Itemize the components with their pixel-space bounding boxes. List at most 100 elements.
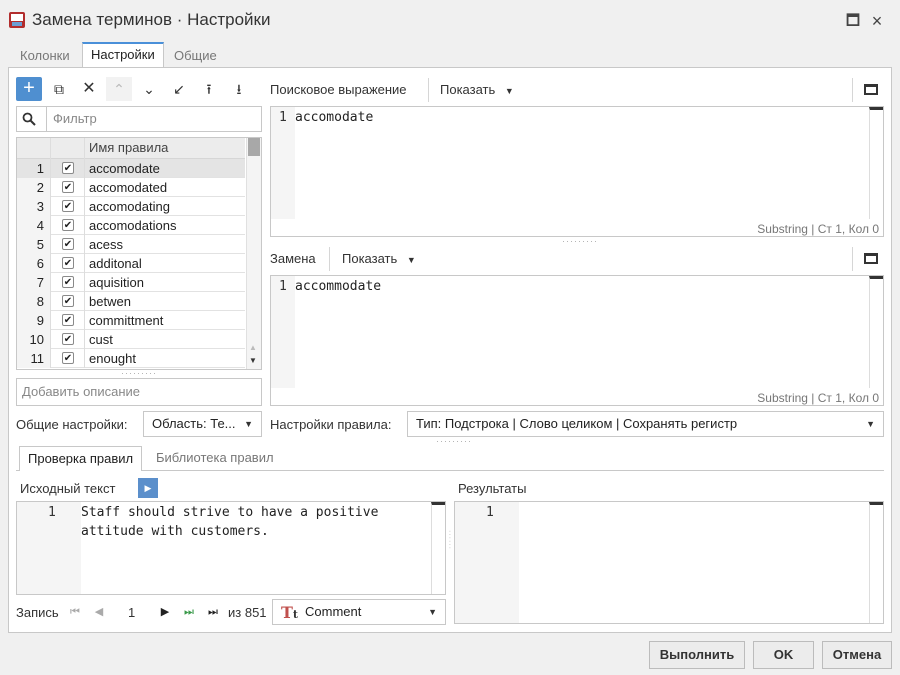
- row-checkbox[interactable]: ✔: [62, 181, 74, 193]
- row-checkbox[interactable]: ✔: [62, 219, 74, 231]
- move-down-icon[interactable]: ⌄: [136, 77, 162, 101]
- table-row[interactable]: 1 ✔ accomodate: [17, 159, 245, 178]
- general-settings-label: Общие настройки:: [16, 417, 128, 432]
- previous-record-icon[interactable]: ◀: [90, 602, 108, 622]
- filter-input[interactable]: Фильтр: [46, 106, 262, 132]
- rule-settings-label: Настройки правила:: [270, 417, 392, 432]
- replacement-editor[interactable]: 1 accommodate Substring | Ст 1, Кол 0: [270, 275, 884, 406]
- upload-icon[interactable]: ⭱: [196, 77, 222, 101]
- end-record-icon[interactable]: ⏭: [204, 602, 222, 622]
- run-button[interactable]: Выполнить: [649, 641, 745, 669]
- row-checkbox[interactable]: ✔: [62, 276, 74, 288]
- tab-settings[interactable]: Настройки: [82, 42, 164, 67]
- table-row[interactable]: 4 ✔ accomodations: [17, 216, 245, 235]
- row-checkbox[interactable]: ✔: [62, 257, 74, 269]
- caret-down-icon: ▼: [244, 419, 253, 429]
- rule-name: accomodations: [89, 218, 177, 233]
- rule-name: aquisition: [89, 275, 144, 290]
- search-status: Substring | Ст 1, Кол 0: [757, 222, 879, 236]
- source-text-line: attitude with customers.: [81, 524, 269, 539]
- maximize-editor-icon[interactable]: [864, 253, 878, 264]
- last-record-icon[interactable]: ⏭: [180, 602, 198, 622]
- tab-general[interactable]: Общие: [166, 44, 225, 68]
- table-row[interactable]: 2 ✔ accomodated: [17, 178, 245, 197]
- rule-settings-value: Тип: Подстрока | Слово целиком | Сохраня…: [416, 416, 738, 431]
- table-row[interactable]: 10 ✔ cust: [17, 330, 245, 349]
- table-row[interactable]: 6 ✔ additonal: [17, 254, 245, 273]
- field-selector[interactable]: Tt Comment ▼: [272, 599, 446, 625]
- grid-scroll-thumb[interactable]: [248, 138, 260, 156]
- row-checkbox[interactable]: ✔: [62, 295, 74, 307]
- table-row[interactable]: 11 ✔ enought: [17, 349, 245, 368]
- text-field-icon: Tt: [281, 603, 298, 622]
- table-row[interactable]: 8 ✔ betwen: [17, 292, 245, 311]
- tab-strip-line: [16, 470, 884, 471]
- replacement-text[interactable]: accommodate: [295, 279, 381, 294]
- row-number: 2: [17, 178, 51, 197]
- rule-name: accomodated: [89, 180, 168, 195]
- editor-scrollbar[interactable]: [869, 502, 883, 623]
- table-row[interactable]: 5 ✔ acess: [17, 235, 245, 254]
- results-label: Результаты: [458, 481, 527, 496]
- tab-columns[interactable]: Колонки: [12, 44, 78, 68]
- maximize-editor-icon[interactable]: [864, 84, 878, 95]
- grid-scrollbar[interactable]: [246, 138, 261, 369]
- column-header-rule-name[interactable]: Имя правила: [89, 140, 168, 155]
- rule-settings-dropdown[interactable]: Тип: Подстрока | Слово целиком | Сохраня…: [407, 411, 884, 437]
- current-record[interactable]: 1: [128, 605, 135, 620]
- rule-name: additonal: [89, 256, 142, 271]
- show-menu-search[interactable]: Показать ▼: [440, 82, 514, 97]
- splitter-grip[interactable]: ·········: [562, 236, 598, 246]
- rule-name: accomodating: [89, 199, 170, 214]
- splitter-grip[interactable]: ·········: [121, 368, 157, 378]
- maximize-icon[interactable]: 🗖: [844, 12, 862, 30]
- search-expression-label: Поисковое выражение: [270, 82, 407, 97]
- add-rule-button[interactable]: +: [16, 77, 42, 101]
- row-checkbox[interactable]: ✔: [62, 200, 74, 212]
- duplicate-icon[interactable]: ⧉: [46, 77, 72, 101]
- next-record-icon[interactable]: ▶: [156, 602, 174, 622]
- source-text-editor[interactable]: 1 Staff should strive to have a positive…: [16, 501, 446, 595]
- divider: [852, 247, 853, 271]
- rules-grid: Имя правила 1 ✔ accomodate 2 ✔ accomodat…: [16, 137, 262, 370]
- splitter-grip[interactable]: ······: [446, 530, 453, 550]
- editor-scrollbar[interactable]: [431, 502, 445, 594]
- caret-down-icon: ▼: [866, 419, 875, 429]
- first-record-icon[interactable]: ⏮: [66, 602, 84, 622]
- search-expression-text[interactable]: accomodate: [295, 110, 373, 125]
- close-icon[interactable]: ×: [868, 12, 886, 30]
- divider: [428, 78, 429, 102]
- scroll-up-icon[interactable]: ▲: [249, 343, 257, 352]
- ok-button[interactable]: OK: [753, 641, 814, 669]
- show-label: Показать: [440, 82, 496, 97]
- scroll-down-icon[interactable]: ▼: [249, 356, 257, 365]
- row-checkbox[interactable]: ✔: [62, 314, 74, 326]
- caret-down-icon: ▼: [406, 255, 416, 265]
- move-up-icon[interactable]: ⌃: [106, 77, 132, 101]
- general-settings-dropdown[interactable]: Область: Те... ▼: [143, 411, 262, 437]
- download-icon[interactable]: ⭳: [226, 77, 252, 101]
- table-row[interactable]: 9 ✔ committment: [17, 311, 245, 330]
- search-expression-editor[interactable]: 1 accomodate Substring | Ст 1, Кол 0: [270, 106, 884, 237]
- row-checkbox[interactable]: ✔: [62, 162, 74, 174]
- delete-icon[interactable]: ✕: [76, 77, 102, 101]
- table-row[interactable]: 7 ✔ aquisition: [17, 273, 245, 292]
- row-number: 8: [17, 292, 51, 311]
- results-editor[interactable]: 1: [454, 501, 884, 624]
- description-input[interactable]: Добавить описание: [16, 378, 262, 406]
- line-number: 1: [486, 505, 494, 520]
- splitter-grip[interactable]: ·········: [436, 436, 472, 446]
- editor-scrollbar[interactable]: [869, 276, 883, 388]
- row-checkbox[interactable]: ✔: [62, 238, 74, 250]
- table-row[interactable]: 3 ✔ accomodating: [17, 197, 245, 216]
- import-icon[interactable]: ↙: [166, 77, 192, 101]
- tab-rule-check[interactable]: Проверка правил: [19, 446, 143, 471]
- row-checkbox[interactable]: ✔: [62, 333, 74, 345]
- play-icon[interactable]: ▶: [138, 478, 158, 498]
- editor-scrollbar[interactable]: [869, 107, 883, 219]
- window-title: Замена терминов · Настройки: [32, 10, 271, 29]
- show-menu-replacement[interactable]: Показать ▼: [342, 251, 416, 266]
- cancel-button[interactable]: Отмена: [822, 641, 892, 669]
- tab-rule-library[interactable]: Библиотека правил: [148, 446, 282, 471]
- row-checkbox[interactable]: ✔: [62, 352, 74, 364]
